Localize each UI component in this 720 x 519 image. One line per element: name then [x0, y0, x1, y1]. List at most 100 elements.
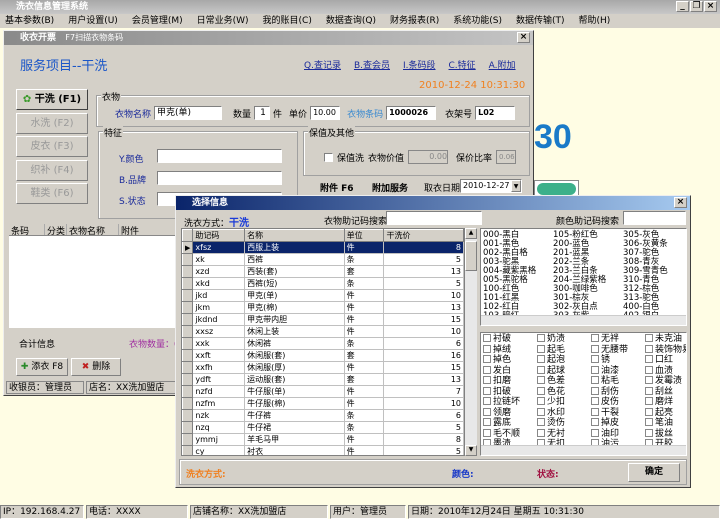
checkbox-icon[interactable]: [537, 334, 545, 342]
table-row[interactable]: jkd 甲克(单) 件 10: [182, 289, 464, 302]
state-checkbox[interactable]: 烫伤: [537, 418, 565, 429]
checkbox-icon[interactable]: [483, 428, 491, 437]
grid-scrollbar[interactable]: ▲ ▼: [465, 228, 477, 456]
table-row[interactable]: ▶ xfsz 西服上装件 8: [182, 241, 464, 254]
state-checkbox[interactable]: 发白: [483, 365, 520, 377]
checkbox-icon[interactable]: [645, 386, 653, 395]
minimize-icon[interactable]: _: [676, 1, 689, 12]
value-input[interactable]: 0.00: [408, 150, 449, 164]
menu-item[interactable]: 基本参数(B): [5, 16, 54, 26]
state-checkbox[interactable]: 油漆: [591, 365, 628, 377]
wash-type-button[interactable]: 皮衣 (F3): [16, 136, 88, 157]
state-checkbox[interactable]: 拔丝: [645, 428, 686, 440]
wash-type-button[interactable]: 水洗 (F2): [16, 112, 88, 134]
table-row[interactable]: cy 衬衣件 5: [182, 445, 464, 455]
grid-column-header[interactable]: 干洗价: [383, 229, 464, 242]
state-checkbox[interactable]: 领磨: [483, 407, 520, 419]
state-list-hscrollbar[interactable]: [481, 445, 686, 455]
menu-item[interactable]: 用户设置(U): [68, 16, 118, 26]
state-checkbox[interactable]: 刮丝: [645, 386, 686, 398]
state-checkbox[interactable]: 衬破: [483, 334, 520, 345]
rack-input[interactable]: L02: [475, 106, 516, 120]
checkbox-icon[interactable]: [537, 397, 545, 405]
state-checklist[interactable]: 衬破 掉绒 掉色 发白 扣磨 扣破 拉链坏 领磨 露底 毛不顺 墨渍 奶渍 起毛 起泡 起球 色差 色花 少扣 水印…: [480, 332, 687, 456]
state-checkbox[interactable]: 少扣: [537, 397, 565, 408]
state-checkbox[interactable]: 笔油: [645, 418, 686, 429]
list-column-header[interactable]: 条码: [9, 224, 45, 237]
table-row[interactable]: nzfd 牛仔服(单) 件 7: [182, 385, 464, 398]
checkbox-icon[interactable]: [483, 386, 491, 395]
checkbox-icon[interactable]: [483, 376, 491, 384]
checkbox-icon[interactable]: [591, 376, 599, 384]
checkbox-icon[interactable]: [591, 355, 599, 363]
checkbox-icon[interactable]: [591, 334, 599, 342]
checkbox-icon[interactable]: [645, 407, 653, 416]
clothes-list[interactable]: [9, 236, 179, 328]
checkbox-icon[interactable]: [591, 407, 599, 416]
state-checkbox[interactable]: 扣磨: [483, 376, 520, 387]
state-checkbox[interactable]: 口红: [645, 355, 686, 366]
checkbox-icon[interactable]: [537, 428, 545, 437]
state-checkbox[interactable]: 掉色: [483, 355, 520, 366]
state-checkbox[interactable]: 毛不顺: [483, 428, 520, 440]
checkbox-icon[interactable]: [645, 397, 653, 405]
menu-item[interactable]: 日常业务(W): [197, 16, 249, 26]
checkbox-icon[interactable]: [537, 355, 545, 363]
table-row[interactable]: xxfh 休闲服(厚) 件 15: [182, 361, 464, 374]
dropdown-arrow-icon[interactable]: ▼: [511, 180, 521, 192]
state-checkbox[interactable]: 掉绒: [483, 344, 520, 356]
checkbox-icon[interactable]: [591, 397, 599, 405]
state-checkbox[interactable]: 起毛: [537, 344, 565, 356]
brand-input[interactable]: [157, 171, 282, 185]
checkbox-icon[interactable]: [645, 418, 653, 426]
checkbox-icon[interactable]: [537, 376, 545, 384]
table-row[interactable]: xk 西裤条 5: [182, 253, 464, 266]
menu-item[interactable]: 我的账目(C): [263, 16, 312, 26]
checkbox-icon[interactable]: [537, 418, 545, 426]
checkbox-icon[interactable]: [645, 365, 653, 374]
ratio-input[interactable]: 0.06: [496, 150, 517, 164]
table-row[interactable]: jkdnd 甲克带内胆件 15: [182, 313, 464, 326]
state-checkbox[interactable]: 干裂: [591, 407, 628, 419]
state-checkbox[interactable]: 血渍: [645, 365, 686, 377]
state-checkbox[interactable]: 油印: [591, 428, 628, 440]
state-checkbox[interactable]: 粘毛: [591, 376, 628, 387]
confirm-button[interactable]: 确定: [628, 463, 680, 482]
state-checkbox[interactable]: 扣破: [483, 386, 520, 398]
state-checkbox[interactable]: 无衬: [537, 428, 565, 440]
checkbox-icon[interactable]: [483, 407, 491, 416]
checkbox-icon[interactable]: [537, 386, 545, 395]
grid-column-header[interactable]: 名称: [244, 229, 345, 242]
checkbox-icon[interactable]: [591, 418, 599, 426]
table-row[interactable]: ydft 运动服(套) 套 13: [182, 373, 464, 386]
state-checkbox[interactable]: 皮伤: [591, 397, 628, 408]
state-checkbox[interactable]: 露底: [483, 418, 520, 429]
grid-column-header[interactable]: 助记码: [192, 229, 246, 242]
menu-item[interactable]: 数据查询(Q): [326, 16, 376, 26]
wash-type-button[interactable]: 鞋类 (F6): [16, 183, 88, 204]
checkbox-icon[interactable]: [483, 355, 491, 363]
list-column-header[interactable]: 附件: [119, 224, 179, 237]
state-checkbox[interactable]: 起泡: [537, 355, 565, 366]
checkbox-icon[interactable]: [483, 418, 491, 426]
state-checkbox[interactable]: 起亮: [645, 407, 686, 419]
dialog-close-icon[interactable]: ×: [674, 197, 687, 208]
scroll-down-icon[interactable]: ▼: [465, 445, 477, 456]
state-checkbox[interactable]: 磨烊: [645, 397, 686, 408]
checkbox-icon[interactable]: [537, 407, 545, 416]
checkbox-icon[interactable]: [537, 365, 545, 374]
restore-icon[interactable]: ❐: [690, 1, 703, 12]
color-search-input[interactable]: [623, 211, 686, 225]
menu-item[interactable]: 数据传输(T): [516, 16, 565, 26]
state-checkbox[interactable]: 掉皮: [591, 418, 628, 429]
checkbox-icon[interactable]: [645, 344, 653, 353]
quick-link[interactable]: B.查会员: [354, 58, 390, 71]
table-row[interactable]: xxft 休闲服(套) 套 16: [182, 349, 464, 362]
pickup-date-select[interactable]: 2010-12-27 ▼: [460, 179, 522, 193]
table-row[interactable]: jkm 甲克(棉) 件 13: [182, 301, 464, 314]
list-column-header[interactable]: 衣物名称: [67, 224, 119, 237]
wash-type-button[interactable]: ✿ 干洗 (F1): [16, 89, 88, 110]
checkbox-icon[interactable]: [591, 386, 599, 395]
table-row[interactable]: nzq 牛仔裙条 5: [182, 421, 464, 434]
table-row[interactable]: nzfm 牛仔服(棉) 件 10: [182, 397, 464, 410]
